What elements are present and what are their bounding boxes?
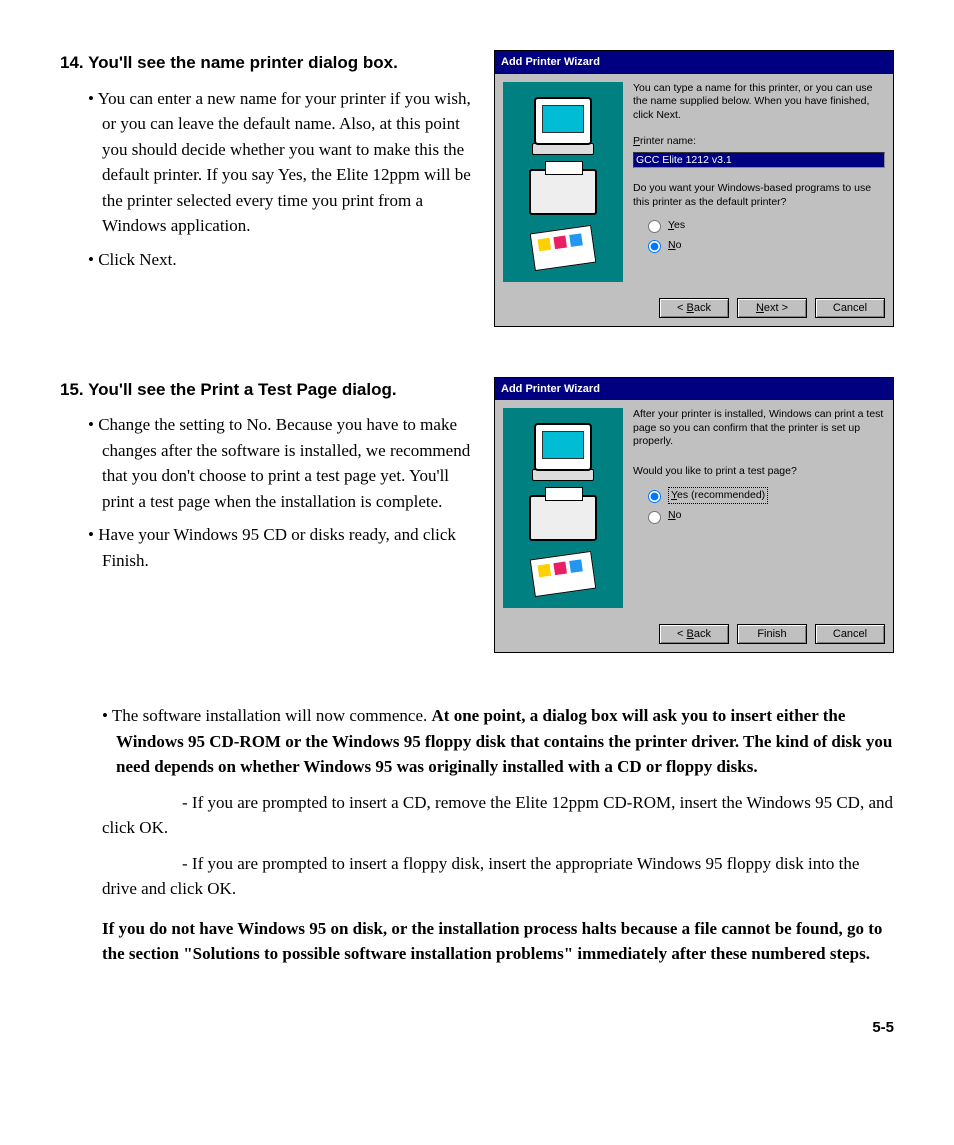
step-14-bullet-2: Click Next. [88,247,474,273]
printer-icon [529,169,597,215]
cancel-button-d1[interactable]: Cancel [815,298,885,318]
no-disk-warning: If you do not have Windows 95 on disk, o… [102,916,894,967]
printer-name-label: Printer name: [633,134,885,150]
step-14-bullet-1: You can enter a new name for your printe… [88,86,474,239]
wizard-sidebar-image [503,82,623,282]
page-number: 5-5 [60,1017,894,1040]
dialog1-question: Do you want your Windows-based programs … [633,182,885,209]
wizard-sidebar-image-2 [503,408,623,608]
dialog-test-page: Add Printer Wizard After your printer is… [494,377,894,654]
dash-cd: - If you are prompted to insert a CD, re… [102,790,894,841]
install-bullet: The software installation will now comme… [102,703,894,780]
dialog1-instructions: You can type a name for this printer, or… [633,82,885,123]
dialog-name-printer: Add Printer Wizard You can type a name f… [494,50,894,327]
step-15-bullet-1: Change the setting to No. Because you ha… [88,412,474,514]
step-15-bullet-2: Have your Windows 95 CD or disks ready, … [88,522,474,573]
dialog2-question: Would you like to print a test page? [633,465,885,479]
back-button-d2[interactable]: < Back [659,624,729,644]
printer-name-input[interactable] [633,152,885,168]
radio-yes-d2[interactable]: Yes (recommended) [643,487,885,505]
step-15-heading: 15. You'll see the Print a Test Page dia… [60,377,474,403]
dialog1-titlebar: Add Printer Wizard [495,51,893,74]
radio-no-d1[interactable]: No [643,237,885,253]
printer-icon [529,495,597,541]
next-button-d1[interactable]: Next > [737,298,807,318]
dash-floppy: - If you are prompted to insert a floppy… [102,851,894,902]
step-14-heading: 14. You'll see the name printer dialog b… [60,50,474,76]
cancel-button-d2[interactable]: Cancel [815,624,885,644]
radio-no-d2[interactable]: No [643,508,885,524]
radio-yes-d1[interactable]: Yes [643,217,885,233]
dialog2-instructions: After your printer is installed, Windows… [633,408,885,449]
paper-icon [530,551,597,597]
finish-button-d2[interactable]: Finish [737,624,807,644]
dialog2-titlebar: Add Printer Wizard [495,378,893,401]
monitor-icon [534,97,592,145]
monitor-icon [534,423,592,471]
back-button-d1[interactable]: < Back [659,298,729,318]
paper-icon [530,224,597,270]
